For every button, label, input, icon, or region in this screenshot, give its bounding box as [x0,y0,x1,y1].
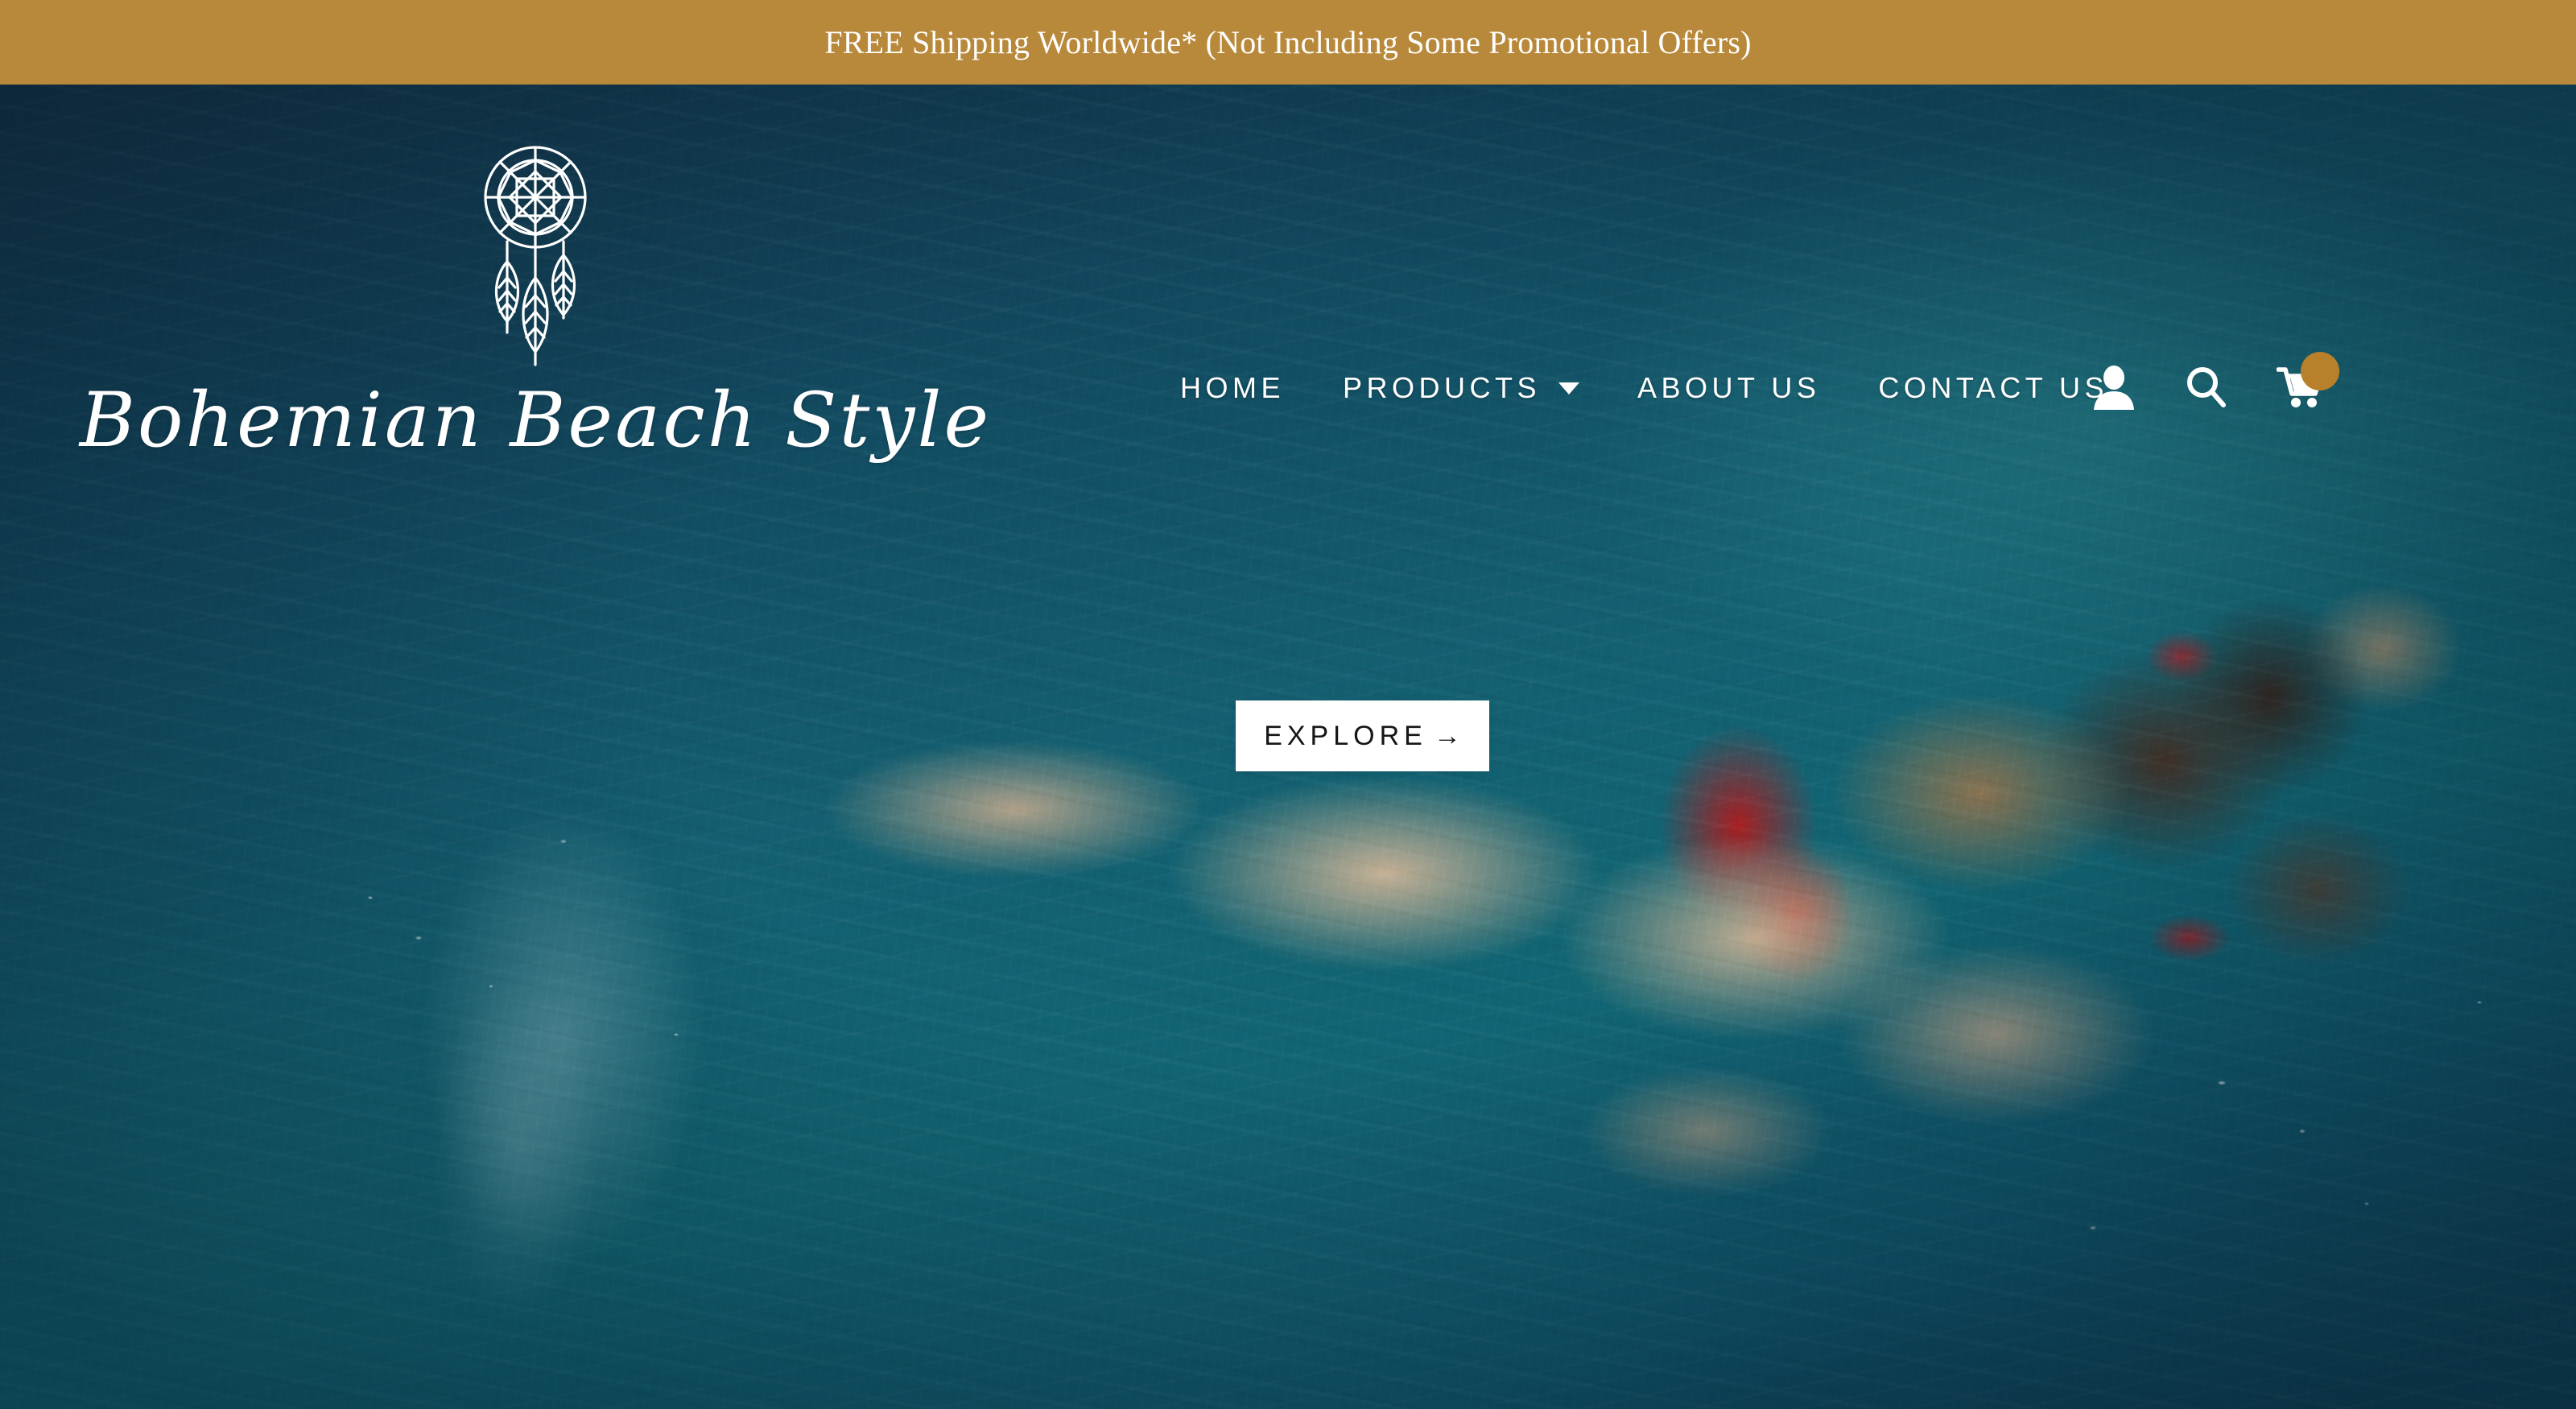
announcement-text: FREE Shipping Worldwide* (Not Including … [824,24,1752,60]
nav-item-home[interactable]: HOME [1151,371,1314,405]
site-header: Bohemian Beach Style HOME PRODUCTS ABOUT… [0,85,2576,535]
explore-button[interactable]: EXPLORE → [1236,700,1489,771]
account-icon[interactable] [2093,365,2135,410]
nav-item-products[interactable]: PRODUCTS [1314,371,1608,405]
header-icon-group [2093,352,2339,410]
dreamcatcher-icon [475,134,596,372]
announcement-bar: FREE Shipping Worldwide* (Not Including … [0,0,2576,85]
main-navigation: HOME PRODUCTS ABOUT US CONTACT US [1151,371,2137,405]
cart-icon[interactable] [2276,352,2339,410]
cart-badge [2301,352,2339,390]
arrow-right-icon: → [1433,720,1461,751]
nav-item-about-us[interactable]: ABOUT US [1608,371,1849,405]
chevron-down-icon [1558,382,1580,395]
nav-item-about-us-label: ABOUT US [1637,371,1821,404]
search-icon[interactable] [2185,365,2227,410]
nav-item-products-label: PRODUCTS [1343,371,1542,404]
nav-item-home-label: HOME [1180,371,1285,404]
brand-name: Bohemian Beach Style [79,377,992,465]
explore-button-label: EXPLORE [1264,720,1427,751]
nav-item-contact-us-label: CONTACT US [1878,371,2109,404]
brand-logo-link[interactable]: Bohemian Beach Style [0,85,1071,459]
